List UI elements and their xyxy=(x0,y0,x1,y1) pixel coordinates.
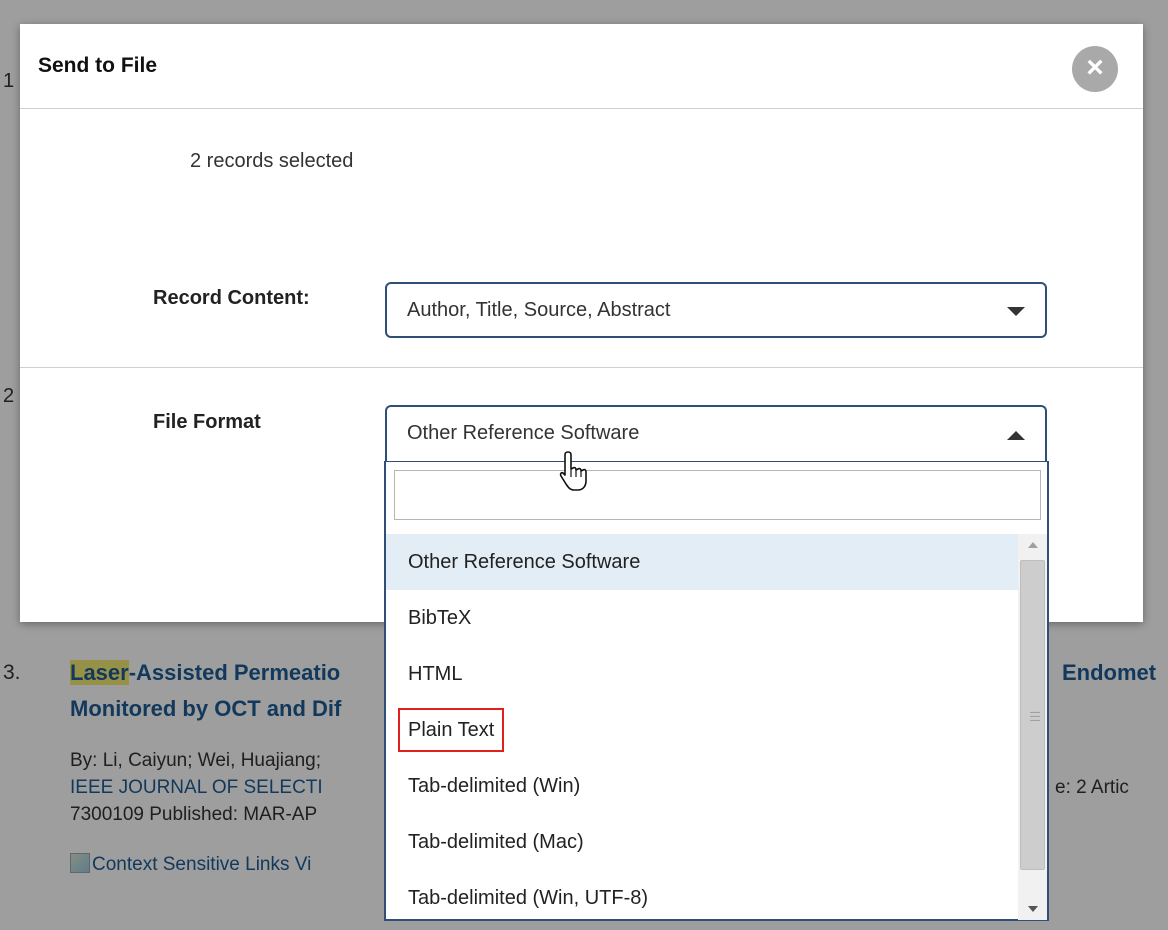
file-format-dropdown: Other Reference Software BibTeX HTML Pla… xyxy=(384,461,1049,921)
dropdown-search-input[interactable] xyxy=(394,470,1041,520)
hand-pointer-icon xyxy=(559,451,587,491)
divider xyxy=(20,367,1143,368)
scroll-thumb[interactable]: — — — xyxy=(1020,560,1045,870)
option-label: BibTeX xyxy=(408,607,472,629)
file-format-value: Other Reference Software xyxy=(407,422,640,444)
records-selected-count: 2 records selected xyxy=(190,150,354,172)
option-other-reference-software[interactable]: Other Reference Software xyxy=(386,534,1018,590)
option-label: Tab-delimited (Win) xyxy=(408,775,581,797)
scroll-down-icon[interactable] xyxy=(1028,906,1038,912)
option-html[interactable]: HTML xyxy=(386,646,1018,702)
option-plain-text[interactable]: Plain Text xyxy=(386,702,1018,758)
dropdown-scrollbar[interactable]: — — — xyxy=(1018,534,1047,920)
option-label-highlighted: Plain Text xyxy=(398,708,505,752)
file-format-options: Other Reference Software BibTeX HTML Pla… xyxy=(386,534,1018,920)
option-tab-delimited-win[interactable]: Tab-delimited (Win) xyxy=(386,758,1018,814)
record-content-value: Author, Title, Source, Abstract xyxy=(407,299,671,321)
option-label: Tab-delimited (Mac) xyxy=(408,831,584,853)
record-content-select[interactable]: Author, Title, Source, Abstract xyxy=(385,282,1047,338)
record-content-label: Record Content: xyxy=(153,287,310,309)
caret-up-icon xyxy=(1007,431,1025,440)
file-format-select[interactable]: Other Reference Software xyxy=(385,405,1047,463)
dialog-title: Send to File xyxy=(38,54,158,77)
close-icon[interactable]: × xyxy=(1072,46,1118,92)
file-format-label: File Format xyxy=(153,411,261,433)
grip-icon: — — — xyxy=(1030,707,1040,726)
dialog-header: Send to File × xyxy=(20,24,1143,109)
option-label: Tab-delimited (Win, UTF-8) xyxy=(408,887,649,909)
option-tab-delimited-mac[interactable]: Tab-delimited (Mac) xyxy=(386,814,1018,870)
scroll-up-icon[interactable] xyxy=(1028,542,1038,548)
option-label: Other Reference Software xyxy=(408,551,641,573)
option-label: HTML xyxy=(408,663,463,685)
caret-down-icon xyxy=(1007,307,1025,316)
option-bibtex[interactable]: BibTeX xyxy=(386,590,1018,646)
option-tab-delimited-win-utf8[interactable]: Tab-delimited (Win, UTF-8) xyxy=(386,870,1018,920)
